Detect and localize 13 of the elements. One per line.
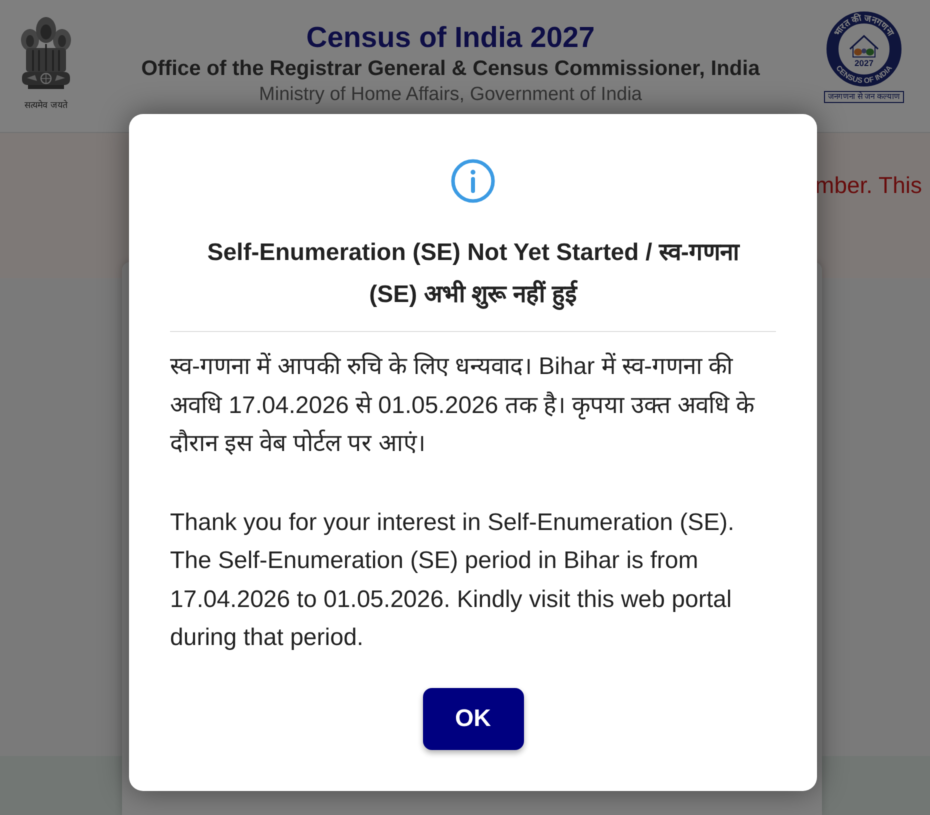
ministry-text: Ministry of Home Affairs, Government of India	[259, 83, 642, 107]
office-subtitle: Office of the Registrar General & Census Commissioner, India	[141, 56, 760, 82]
dialog-message: स्व-गणना में आपकी रुचि के लिए धन्यवाद। Bihar में स्व-गणना की अवधि 17.04.2026 से 01.05.2026 तक है। कृपया उक्त अवधि के दौरान इस वेब पोर्टल पर आएं।	[170, 352, 756, 459]
notice-text: mber. This	[815, 171, 922, 199]
emblem-motto: सत्यमेव जयते	[24, 101, 68, 112]
house-icon	[849, 34, 879, 58]
dialog-message: Thank you for your interest in Self-Enumeration (SE). The Self-Enumeration (SE) period in Bihar is from 17.04.2026 to 01.05.2026. Kindly visit this web portal during that period.	[170, 508, 736, 653]
ok-button[interactable]: OK	[422, 688, 524, 750]
logo-year: 2027	[854, 58, 874, 68]
dialog-title: Self-Enumeration (SE) Not Yet Started / स्व-गणना (SE) अभी शुरू नहीं हुई	[206, 238, 741, 312]
site-title: Census of India 2027	[306, 21, 595, 56]
logo-tagline: जनगणना से जन कल्याण	[824, 91, 904, 103]
info-icon	[451, 159, 495, 203]
